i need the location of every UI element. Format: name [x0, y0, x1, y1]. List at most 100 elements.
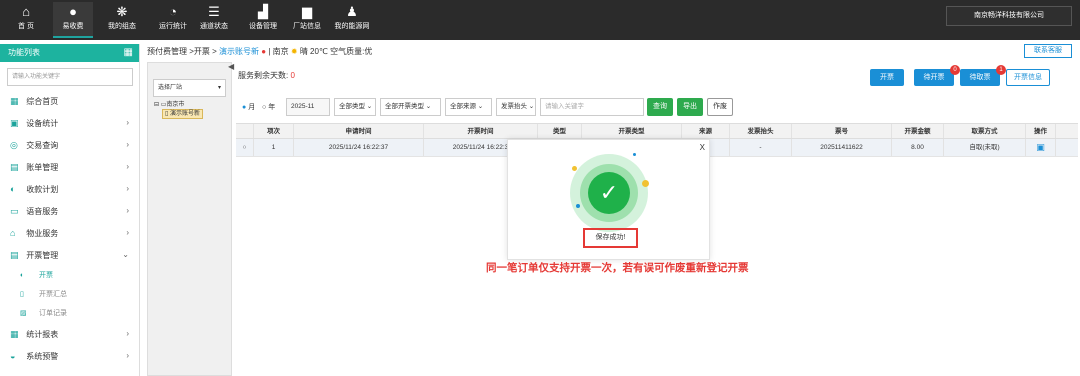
query-button[interactable]: 查询 — [647, 98, 673, 116]
month-picker[interactable]: 2025-11 — [286, 98, 330, 116]
radio-month[interactable]: ● 月 — [242, 102, 255, 112]
nav-run-stats[interactable]: ◔ 运行统计 — [153, 2, 193, 38]
station-tree: ⊟ ▭南京市 ▯ 演示账号新 — [154, 101, 231, 119]
sidebar-item-overview[interactable]: ▦ 综合首页 — [0, 90, 139, 112]
sidebar-item-invoice-mgmt[interactable]: ▤ 开票管理 ⌄ — [0, 244, 139, 266]
sidebar-item-device-stats[interactable]: ▣ 设备统计 › — [0, 112, 139, 134]
void-button[interactable]: 作废 — [707, 98, 733, 116]
nav-my-config[interactable]: ❋ 我的组态 — [102, 2, 142, 38]
sidebar-subitem-invoice[interactable]: ◐ 开票 — [0, 266, 139, 285]
sidebar-subitem-label: 开票汇总 — [38, 291, 67, 298]
nav-label: 我的组态 — [108, 23, 136, 30]
success-message: 保存成功! — [583, 228, 638, 248]
close-icon[interactable]: X — [700, 143, 705, 152]
chevron-right-icon: › — [126, 351, 129, 360]
table-cell: 202511411622 — [792, 139, 892, 156]
chevron-down-icon: ⌄ — [122, 250, 129, 259]
table-cell: 1 — [254, 139, 294, 156]
column-header: 申请时间 — [294, 124, 424, 138]
decor-dot — [576, 204, 580, 208]
source-select[interactable]: 全部来源 ⌄ — [445, 98, 492, 116]
company-name[interactable]: 南京畅洋科技有限公司 — [946, 6, 1072, 26]
header-select[interactable]: 发票抬头 ⌄ — [496, 98, 536, 116]
nav-label: 我的能源网 — [334, 23, 370, 30]
chevron-right-icon: › — [126, 162, 129, 171]
nav-label: 设备管理 — [249, 23, 277, 30]
sidebar-item-bills[interactable]: ▤ 账单管理 › — [0, 156, 139, 178]
sun-icon: ✹ — [290, 47, 298, 56]
type-select[interactable]: 全部类型 ⌄ — [334, 98, 376, 116]
org-chart-icon: ▟ — [258, 4, 268, 19]
nav-device-mgmt[interactable]: ▟ 设备管理 — [243, 2, 283, 38]
contact-support-button[interactable]: 联系客服 — [1024, 44, 1072, 58]
column-header: 来源 — [682, 124, 730, 138]
sidebar-item-system-alerts[interactable]: ◒ 系统预警 › — [0, 345, 139, 367]
sidebar-item-payment-plan[interactable]: ◐ 收款计划 › — [0, 178, 139, 200]
keyword-input[interactable]: 请输入关键字 — [540, 98, 644, 116]
nav-channel-status[interactable]: ☰ 通道状态 — [194, 2, 234, 38]
station-panel: 选择厂站 ▾ ⊟ ▭南京市 ▯ 演示账号新 — [147, 62, 232, 376]
tree-node-selected[interactable]: ▯ 演示账号新 — [162, 109, 203, 119]
nav-station-info[interactable]: ▆ 厂站信息 — [287, 2, 327, 38]
invoice-button[interactable]: 开票 — [870, 69, 904, 86]
sidebar-item-label: 系统预警 — [26, 352, 59, 361]
weather-city: 南京 — [272, 47, 289, 56]
chevron-right-icon: › — [126, 329, 129, 338]
tree-root[interactable]: ⊟ ▭南京市 — [154, 101, 231, 109]
money-bag-icon: ● — [69, 4, 77, 19]
sidebar-item-label: 设备统计 — [26, 119, 59, 128]
nav-my-energy[interactable]: ♟ 我的能源网 — [327, 2, 377, 38]
nav-label: 厂站信息 — [293, 23, 321, 30]
breadcrumb-path: 预付费管理 >开票 > — [147, 47, 220, 56]
invoice-type-select[interactable]: 全部开票类型 ⌄ — [380, 98, 441, 116]
table-header: 项次 申请时间 开票时间 类型 开票类型 来源 发票抬头 票号 开票金额 取票方… — [236, 123, 1078, 139]
function-search-input[interactable]: 请输入功能关键字 — [7, 68, 133, 86]
grid-icon[interactable]: ▦ — [124, 47, 133, 59]
coins-icon: ◎ — [10, 140, 18, 150]
sidebar-item-property[interactable]: ⌂ 物业服务 › — [0, 222, 139, 244]
sidebar-item-label: 语音服务 — [26, 207, 59, 216]
pie-chart-icon: ◔ — [169, 4, 177, 19]
sidebar-item-label: 物业服务 — [26, 229, 59, 238]
nav-label: 通道状态 — [200, 23, 228, 30]
report-icon: ▦ — [10, 329, 19, 339]
service-days: 服务剩余天数: 0 — [238, 70, 295, 81]
sidebar-item-reports[interactable]: ▦ 统计报表 › — [0, 323, 139, 345]
voice-icon: ▭ — [10, 206, 19, 216]
chevron-right-icon: › — [126, 206, 129, 215]
row-select-radio[interactable]: ○ — [236, 139, 254, 156]
station-select[interactable]: 选择厂站 ▾ — [153, 79, 226, 97]
bill-icon: ▤ — [10, 162, 19, 172]
sidebar-subitem-orders[interactable]: ▨ 订单记录 — [0, 304, 139, 323]
nav-home[interactable]: ⌂ 首 页 — [6, 2, 46, 38]
invoice-info-button[interactable]: 开票信息 — [1006, 69, 1050, 86]
chevron-right-icon: › — [126, 184, 129, 193]
alert-icon: ◒ — [10, 351, 16, 361]
nav-label: 运行统计 — [159, 23, 187, 30]
export-button[interactable]: 导出 — [677, 98, 703, 116]
divider: | — [268, 47, 271, 56]
column-header: 取票方式 — [944, 124, 1026, 138]
house-icon: ⌂ — [10, 228, 16, 238]
checkmark-icon: ✓ — [599, 180, 619, 205]
breadcrumb: 预付费管理 >开票 > 演示账号新 ● | 南京 ✹ 晴 20℃ 空气质量:优 — [147, 44, 372, 60]
sidebar-item-voice[interactable]: ▭ 语音服务 › — [0, 200, 139, 222]
radio-year[interactable]: ○ 年 — [262, 102, 275, 112]
service-days-label: 服务剩余天数: — [238, 71, 289, 80]
pending-pickup-button[interactable]: 待取票 — [960, 69, 1000, 86]
view-invoice-icon[interactable]: ▣ — [1026, 139, 1056, 156]
service-days-value: 0 — [290, 71, 295, 80]
radio-unchecked-icon: ○ — [262, 104, 267, 111]
sidebar-subitem-label: 开票 — [38, 272, 53, 279]
table-cell: 2025/11/24 16:22:37 — [294, 139, 424, 156]
column-header — [236, 124, 254, 138]
sidebar-subitem-invoice-summary[interactable]: ▯ 开票汇总 — [0, 285, 139, 304]
breadcrumb-current[interactable]: 演示账号新 — [219, 47, 259, 56]
grid-icon: ❋ — [116, 4, 128, 19]
pending-invoice-button[interactable]: 待开票 — [914, 69, 954, 86]
sidebar-item-transactions[interactable]: ◎ 交易查询 › — [0, 134, 139, 156]
save-success-dialog: X ✓ 保存成功! — [507, 139, 710, 260]
location-pin-icon: ● — [261, 47, 267, 56]
grid-icon: ▦ — [10, 96, 19, 106]
nav-easy-charge[interactable]: ● 易收费 — [53, 2, 93, 38]
